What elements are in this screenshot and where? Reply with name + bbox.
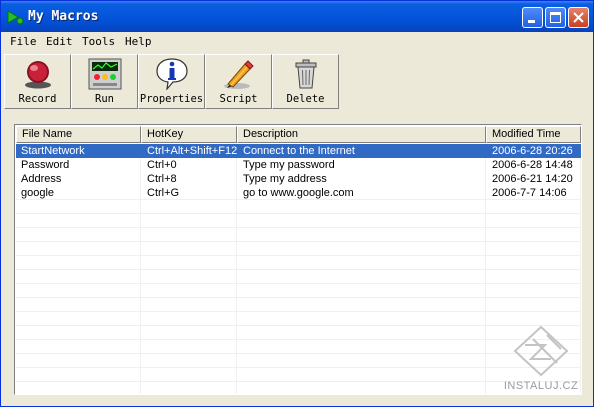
maximize-button[interactable] xyxy=(545,7,566,28)
run-label: Run xyxy=(95,93,114,105)
menu-bar: File Edit Tools Help xyxy=(1,32,593,51)
maximize-icon xyxy=(550,12,561,23)
cell-file-name: Address xyxy=(21,173,62,185)
grid-line xyxy=(16,241,581,242)
watermark-logo xyxy=(513,325,569,377)
grid-line xyxy=(16,339,581,340)
cell-modified-time: 2006-6-21 14:20 xyxy=(492,173,573,185)
cell-hotkey: Ctrl+Alt+Shift+F12 xyxy=(147,145,238,157)
grid-line xyxy=(16,381,581,382)
properties-icon xyxy=(155,58,188,90)
menu-help[interactable]: Help xyxy=(125,35,152,48)
cell-modified-time: 2006-7-7 14:06 xyxy=(492,187,567,199)
title-bar[interactable]: My Macros xyxy=(1,1,593,32)
grid-line xyxy=(16,311,581,312)
grid-line xyxy=(16,325,581,326)
column-file-name[interactable]: File Name xyxy=(16,126,141,143)
table-row[interactable]: Password Ctrl+0 Type my password 2006-6-… xyxy=(16,158,581,172)
script-icon xyxy=(223,60,254,89)
main-window: My Macros File Edit Tools Help Record Ru… xyxy=(0,0,594,407)
grid-line xyxy=(16,255,581,256)
close-button[interactable] xyxy=(568,7,589,28)
cell-file-name: StartNetwork xyxy=(21,145,85,157)
cell-description: Type my password xyxy=(243,159,335,171)
column-modified-time[interactable]: Modified Time xyxy=(486,126,581,143)
run-icon xyxy=(88,58,121,90)
window-title: My Macros xyxy=(28,9,99,24)
delete-label: Delete xyxy=(286,93,325,105)
app-icon xyxy=(7,10,24,25)
script-button[interactable]: Script xyxy=(205,54,272,109)
menu-tools[interactable]: Tools xyxy=(82,35,115,48)
close-icon xyxy=(573,12,584,23)
grid-line xyxy=(16,213,581,214)
cell-description: go to www.google.com xyxy=(243,187,354,199)
cell-file-name: Password xyxy=(21,159,70,171)
script-label: Script xyxy=(219,93,258,105)
properties-label: Properties xyxy=(139,93,204,105)
menu-edit[interactable]: Edit xyxy=(46,35,73,48)
grid-line xyxy=(16,283,581,284)
minimize-icon xyxy=(528,20,535,23)
table-row[interactable]: StartNetwork Ctrl+Alt+Shift+F12 Connect … xyxy=(16,144,581,158)
column-description[interactable]: Description xyxy=(237,126,486,143)
record-button[interactable]: Record xyxy=(4,54,71,109)
record-label: Record xyxy=(18,93,57,105)
grid-line xyxy=(16,367,581,368)
cell-hotkey: Ctrl+G xyxy=(147,187,180,199)
toolbar: Record Run Properties Script Delete xyxy=(1,51,593,113)
grid-line xyxy=(16,227,581,228)
cell-hotkey: Ctrl+0 xyxy=(147,159,177,171)
properties-button[interactable]: Properties xyxy=(138,54,205,109)
column-hotkey[interactable]: HotKey xyxy=(141,126,237,143)
grid-line xyxy=(16,269,581,270)
cell-description: Type my address xyxy=(243,173,327,185)
cell-hotkey: Ctrl+8 xyxy=(147,173,177,185)
watermark-text: INSTALUJ.CZ xyxy=(503,380,579,392)
delete-button[interactable]: Delete xyxy=(272,54,339,109)
grid-line xyxy=(16,297,581,298)
table-row[interactable]: google Ctrl+G go to www.google.com 2006-… xyxy=(16,186,581,200)
menu-file[interactable]: File xyxy=(10,35,37,48)
cell-file-name: google xyxy=(21,187,55,199)
cell-modified-time: 2006-6-28 14:48 xyxy=(492,159,573,171)
delete-icon xyxy=(295,59,316,89)
minimize-button[interactable] xyxy=(522,7,543,28)
list-header: File Name HotKey Description Modified Ti… xyxy=(16,126,581,143)
cell-description: Connect to the Internet xyxy=(243,145,355,157)
grid-line xyxy=(16,353,581,354)
cell-modified-time: 2006-6-28 20:26 xyxy=(492,145,573,157)
table-row[interactable]: Address Ctrl+8 Type my address 2006-6-21… xyxy=(16,172,581,186)
macro-list[interactable]: File Name HotKey Description Modified Ti… xyxy=(14,124,582,395)
run-button[interactable]: Run xyxy=(71,54,138,109)
watermark: INSTALUJ.CZ xyxy=(501,325,581,392)
record-icon xyxy=(24,61,51,89)
